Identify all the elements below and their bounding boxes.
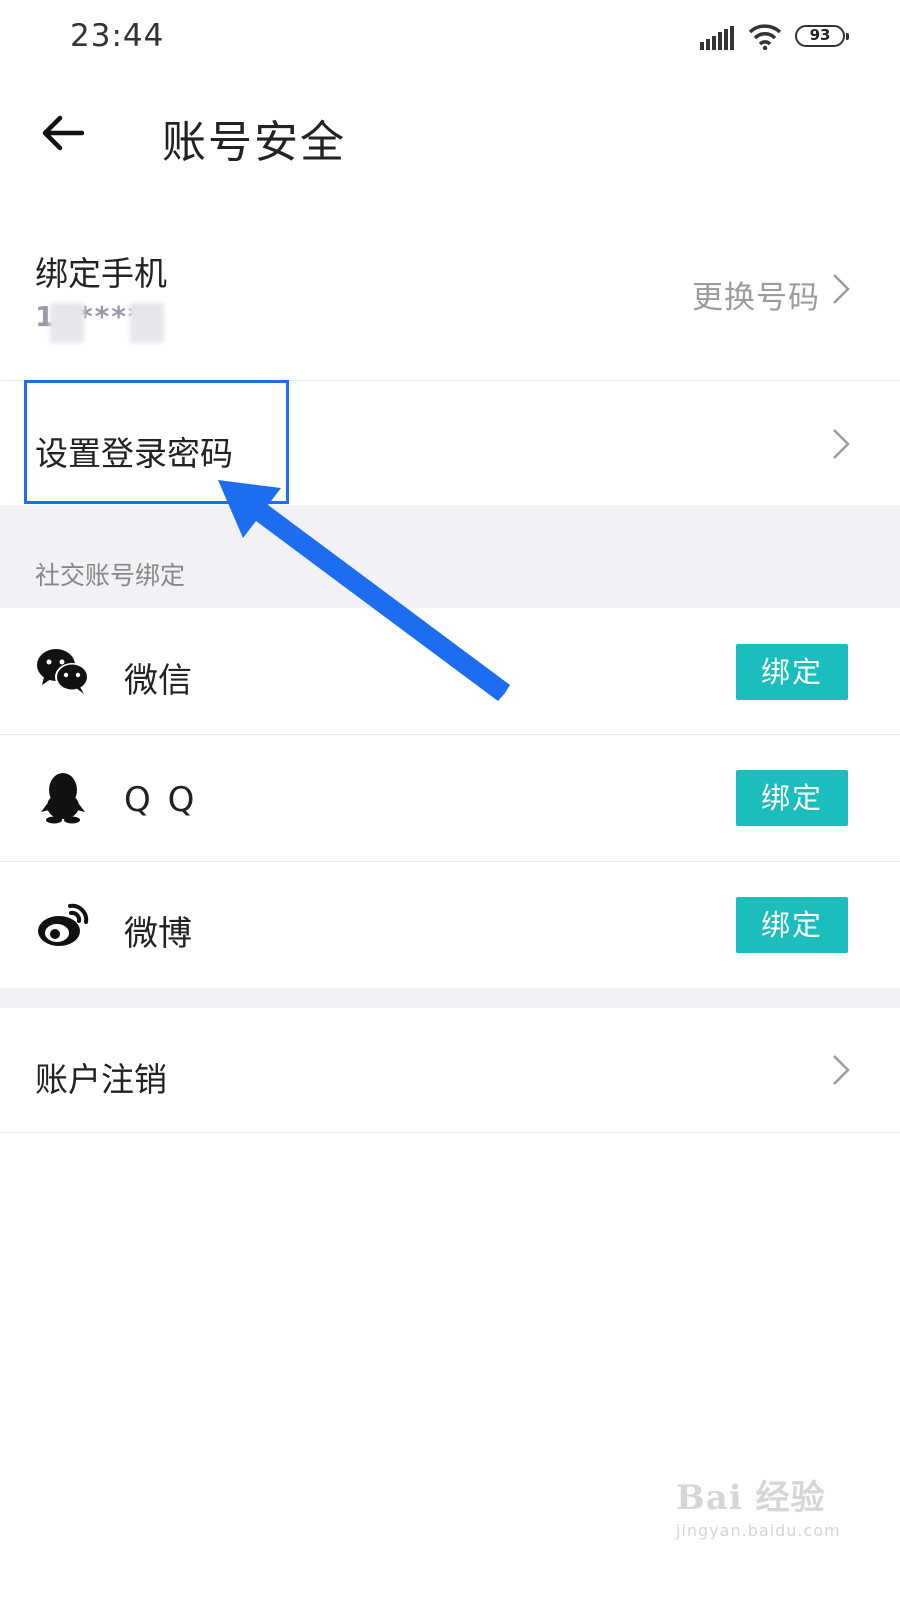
social-section-title: 社交账号绑定: [35, 561, 186, 590]
bind-wechat-button[interactable]: 绑定: [736, 644, 848, 700]
baidu-jingyan-watermark: Bai 经验 jingyan.baidu.com: [676, 1470, 846, 1560]
qq-label: Q Q: [124, 780, 198, 820]
back-arrow-icon[interactable]: [40, 110, 86, 156]
change-number-link[interactable]: 更换号码: [692, 272, 820, 317]
divider: [0, 1132, 900, 1133]
section-gap: [0, 988, 900, 1008]
wechat-label: 微信: [124, 661, 192, 701]
bind-phone-label: 绑定手机: [35, 254, 167, 293]
bind-weibo-button[interactable]: 绑定: [736, 897, 848, 953]
wechat-icon: [37, 649, 89, 694]
weibo-label: 微博: [124, 914, 192, 954]
status-time: 23:44: [70, 18, 165, 54]
watermark-sub: jingyan.baidu.com: [676, 1521, 841, 1540]
page-title: 账号安全: [162, 117, 346, 168]
weibo-icon: [38, 903, 89, 946]
signal-icon: [700, 26, 734, 50]
chevron-right-icon: [833, 429, 850, 459]
chevron-right-icon: [833, 1055, 850, 1085]
chevron-right-icon: [833, 274, 850, 304]
annotation-highlight-box: [24, 380, 289, 504]
wifi-icon: [748, 24, 782, 50]
watermark-main: Bai 经验: [676, 1478, 826, 1518]
account-cancel-label: 账户注销: [35, 1060, 167, 1099]
bind-qq-button[interactable]: 绑定: [736, 770, 848, 826]
redaction-blur: [130, 303, 164, 343]
qq-icon: [41, 773, 85, 824]
redaction-blur: [50, 303, 84, 343]
battery-indicator: 93: [795, 25, 849, 47]
